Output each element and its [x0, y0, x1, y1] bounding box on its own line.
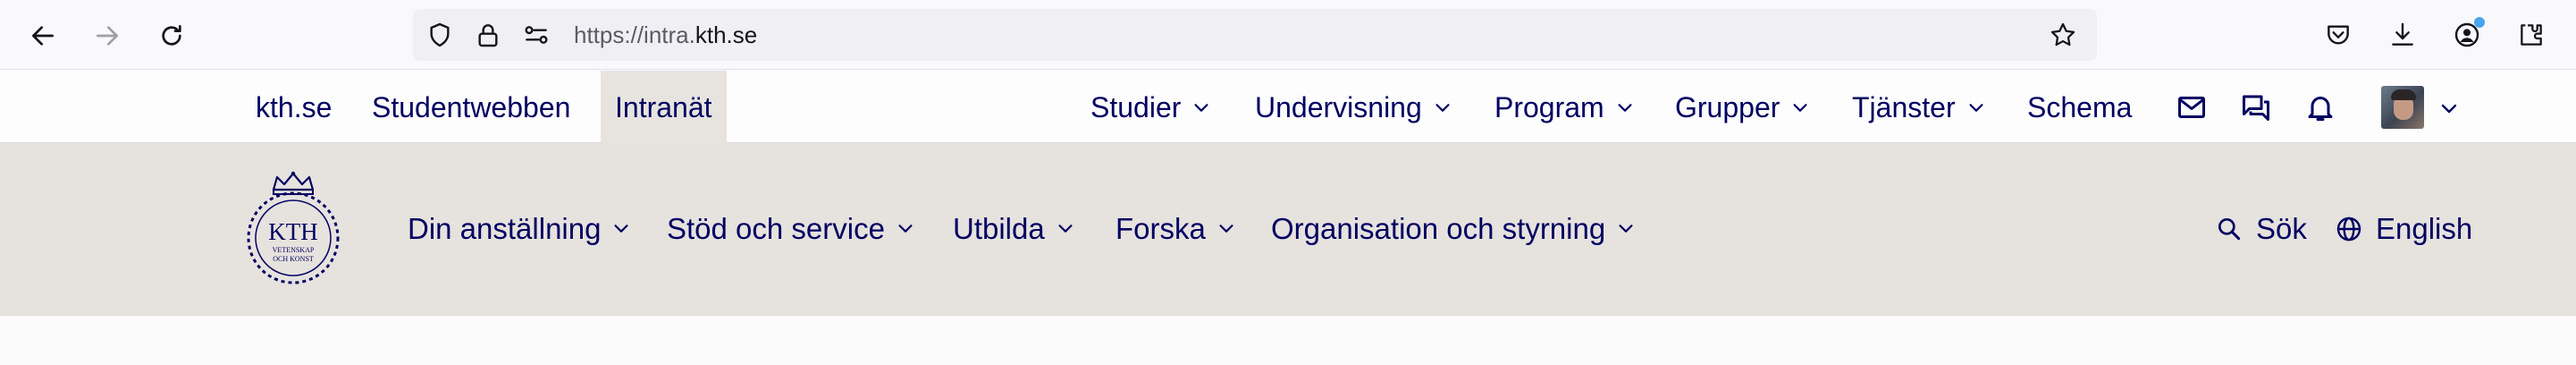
bell-icon[interactable]	[2304, 91, 2336, 123]
account-button[interactable]	[2453, 17, 2485, 49]
bookmark-star-icon[interactable]	[2049, 21, 2077, 49]
nav-dropdown-label: Tjänster	[1852, 91, 1956, 123]
nav-dropdown-tjanster[interactable]: Tjänster	[1852, 71, 1986, 143]
main-nav-forska[interactable]: Forska	[1115, 143, 1236, 315]
permissions-icon[interactable]	[522, 21, 551, 49]
chevron-down-icon	[1058, 225, 1073, 233]
chevron-down-icon	[1194, 103, 1208, 112]
nav-dropdown-label: Undervisning	[1255, 91, 1422, 123]
kth-logo-icon: KTH VETENSKAP OCH KONST	[247, 171, 340, 284]
logo-text-line3: OCH KONST	[273, 255, 314, 263]
reload-icon	[162, 25, 181, 46]
search-button[interactable]: Sök	[2215, 143, 2307, 315]
search-icon	[2218, 218, 2241, 241]
main-header: KTH VETENSKAP OCH KONST Din anställning …	[0, 143, 2576, 315]
avatar-hair	[2391, 89, 2416, 100]
chevron-down-icon	[1435, 103, 1450, 112]
logo-text-line2: VETENSKAP	[273, 246, 315, 254]
nav-dropdown-grupper[interactable]: Grupper	[1675, 71, 1810, 143]
lock-icon[interactable]	[474, 21, 502, 49]
url-prefix: https://intra.	[574, 21, 695, 48]
search-label: Sök	[2256, 212, 2307, 245]
chevron-down-icon	[1619, 225, 1633, 233]
notification-dot	[2474, 17, 2485, 28]
nav-dropdown-label: Studier	[1090, 91, 1182, 123]
main-nav-din-anstallning[interactable]: Din anställning	[408, 143, 631, 315]
page-content	[0, 315, 2576, 365]
pocket-icon[interactable]	[2324, 21, 2353, 49]
globe-icon	[2336, 216, 2361, 242]
url-domain: kth.se	[695, 21, 758, 48]
chevron-down-icon	[1969, 103, 1983, 112]
nav-dropdown-label: Program	[1494, 91, 1604, 123]
main-nav-label: Din anställning	[408, 212, 602, 245]
kth-logo[interactable]: KTH VETENSKAP OCH KONST	[241, 170, 345, 286]
url-text[interactable]: https://intra.kth.se	[574, 21, 757, 49]
nav-link-studentwebben[interactable]: Studentwebben	[372, 71, 570, 143]
main-nav-utbilda[interactable]: Utbilda	[953, 143, 1075, 315]
main-nav-stod-och-service[interactable]: Stöd och service	[667, 143, 915, 315]
chevron-down-icon	[1219, 225, 1233, 233]
chevron-down-icon	[614, 225, 628, 233]
main-nav-label: Organisation och styrning	[1271, 212, 1606, 245]
nav-dropdown-program[interactable]: Program	[1494, 71, 1635, 143]
downloads-icon[interactable]	[2388, 21, 2417, 49]
nav-dropdown-label: Grupper	[1675, 91, 1780, 123]
forward-arrow-icon	[97, 26, 118, 46]
language-button[interactable]: English	[2335, 143, 2472, 315]
nav-link-intranat[interactable]: Intranät	[601, 71, 727, 143]
main-nav-organisation-och-styrning[interactable]: Organisation och styrning	[1271, 143, 1636, 315]
forward-button[interactable]	[88, 16, 127, 55]
nav-dropdown-studier[interactable]: Studier	[1090, 71, 1211, 143]
address-bar[interactable]: https://intra.kth.se	[413, 9, 2097, 61]
main-nav-label: Forska	[1115, 212, 1206, 245]
nav-dropdown-undervisning[interactable]: Undervisning	[1255, 71, 1452, 143]
extensions-icon[interactable]	[2517, 21, 2546, 49]
utility-navigation: kth.se Studentwebben Intranät Studier Un…	[0, 71, 2576, 143]
chevron-down-icon[interactable]	[2438, 98, 2460, 119]
reload-button[interactable]	[152, 16, 191, 55]
mail-icon[interactable]	[2176, 91, 2208, 123]
back-arrow-icon	[32, 26, 54, 46]
language-label: English	[2376, 212, 2473, 245]
main-nav-label: Utbilda	[953, 212, 1045, 245]
shield-icon[interactable]	[425, 21, 454, 49]
chat-icon[interactable]	[2240, 91, 2272, 123]
nav-link-kth-se[interactable]: kth.se	[256, 71, 332, 143]
nav-link-schema[interactable]: Schema	[2027, 71, 2132, 143]
avatar[interactable]	[2381, 86, 2424, 129]
browser-toolbar: https://intra.kth.se	[0, 0, 2576, 70]
back-button[interactable]	[23, 16, 63, 55]
chevron-down-icon	[898, 225, 913, 233]
chevron-down-icon	[1793, 103, 1807, 112]
logo-text-kth: KTH	[268, 218, 318, 245]
chevron-down-icon	[1618, 103, 1632, 112]
main-nav-label: Stöd och service	[667, 212, 885, 245]
